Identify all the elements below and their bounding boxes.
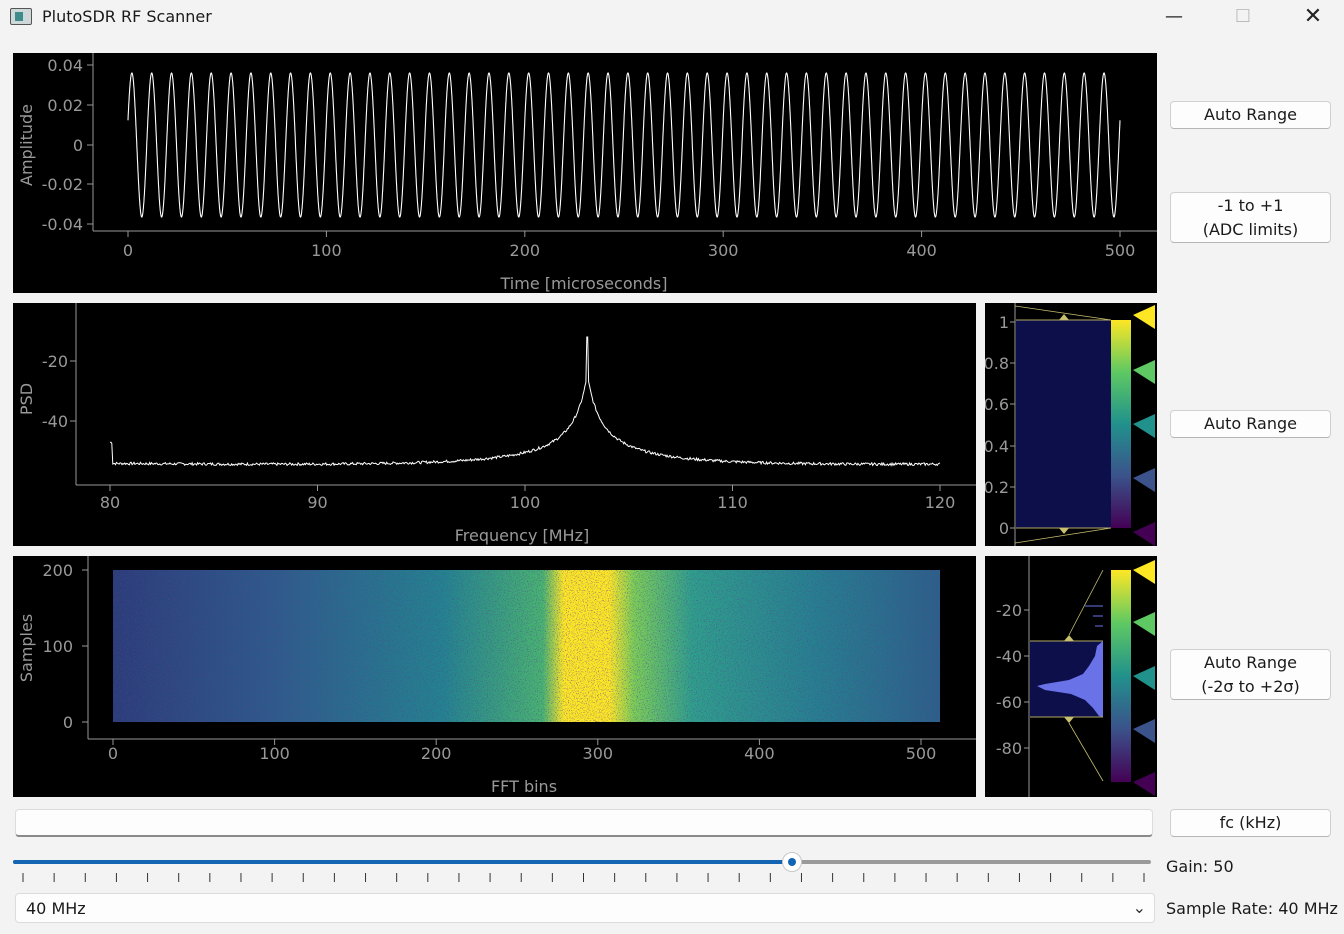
x-tick-label: 200	[421, 744, 452, 763]
upper-level-handle[interactable]	[1064, 635, 1074, 641]
x-tick-label: 500	[906, 744, 937, 763]
fc-button[interactable]: fc (kHz)	[1170, 809, 1331, 837]
slider-tick-marks	[22, 873, 1145, 882]
app-icon	[10, 8, 32, 25]
x-tick-label: 200	[510, 241, 541, 260]
colormap-gradient	[1111, 320, 1131, 528]
window-title: PlutoSDR RF Scanner	[42, 7, 212, 26]
y-tick-label: 200	[42, 561, 73, 580]
frequency-input-field[interactable]	[15, 809, 1153, 837]
colorbar-tick-label: 0.4	[985, 437, 1009, 456]
x-tick-label: 300	[583, 744, 614, 763]
y-tick-label: 0.02	[47, 96, 83, 115]
y-tick-label: 0	[73, 136, 83, 155]
x-axis-label: FFT bins	[491, 777, 557, 796]
y-tick-label: -0.02	[42, 175, 83, 194]
y-axis-label: Amplitude	[17, 104, 36, 186]
y-tick-label: 0.04	[47, 56, 83, 75]
x-tick-label: 100	[510, 493, 541, 512]
auto-range-waterfall-button[interactable]: Auto Range (-2σ to +2σ)	[1170, 649, 1331, 700]
gradient-stop-blue[interactable]	[1133, 468, 1155, 492]
slider-fill	[13, 860, 793, 864]
button-label-line1: -1 to +1	[1217, 195, 1284, 215]
x-axis-label: Time [microseconds]	[500, 274, 668, 293]
x-tick-label: 300	[708, 241, 739, 260]
minimize-button[interactable]: —	[1151, 0, 1197, 34]
colorbar-tick-label: 0.6	[985, 395, 1009, 414]
colorbar-tick-label: -20	[996, 601, 1022, 620]
frequency-colorbar-widget[interactable]: 1 0.8 0.6 0.4 0.2 0	[985, 303, 1157, 546]
level-guide	[1068, 722, 1104, 782]
auto-range-time-button[interactable]: Auto Range	[1170, 101, 1331, 129]
colormap-gradient	[1111, 570, 1131, 782]
x-tick-label: 80	[100, 493, 120, 512]
level-guide	[1068, 569, 1104, 636]
chevron-down-icon: ⌄	[1132, 898, 1146, 917]
x-tick-label: 110	[717, 493, 748, 512]
slider-thumb[interactable]	[782, 852, 803, 872]
y-tick-label: 0	[63, 713, 73, 732]
y-tick-label: -0.04	[42, 215, 83, 234]
maximize-button[interactable]: ☐	[1220, 0, 1266, 34]
gain-slider[interactable]	[13, 852, 1151, 872]
gradient-stop-yellow[interactable]	[1133, 560, 1155, 584]
colorbar-tick-label: 1	[999, 313, 1009, 332]
colorbar-tick-label: 0.2	[985, 478, 1009, 497]
psd-trace	[109, 336, 941, 467]
x-tick-label: 100	[311, 241, 342, 260]
x-tick-label: 100	[259, 744, 290, 763]
time-signal-trace	[127, 72, 1121, 218]
gradient-stop-purple[interactable]	[1133, 522, 1155, 546]
frequency-domain-plot[interactable]: -20 -40 80 90 100 110 120 Frequency [MHz] PSD	[13, 303, 976, 546]
x-tick-label: 120	[925, 493, 956, 512]
x-tick-label: 0	[123, 241, 133, 260]
lower-level-handle[interactable]	[1064, 717, 1074, 723]
gradient-stop-purple[interactable]	[1133, 772, 1155, 796]
x-tick-label: 400	[744, 744, 775, 763]
gradient-stop-teal[interactable]	[1133, 414, 1155, 438]
button-label: Auto Range	[1204, 105, 1297, 124]
x-axis-label: Frequency [MHz]	[455, 526, 589, 545]
x-tick-label: 400	[906, 241, 937, 260]
colorbar-tick-label: -40	[996, 647, 1022, 666]
y-tick-label: -20	[42, 352, 68, 371]
title-bar: PlutoSDR RF Scanner — ☐ ✕	[0, 0, 1344, 34]
y-axis-label: PSD	[17, 383, 36, 415]
colorbar-tick-label: -60	[996, 693, 1022, 712]
y-axis-label: Samples	[17, 614, 36, 682]
dropdown-selected-value: 40 MHz	[26, 899, 86, 918]
y-tick-label: 100	[42, 637, 73, 656]
lower-level-handle[interactable]	[1059, 528, 1069, 534]
waterfall-noise	[113, 570, 940, 722]
gradient-stop-blue[interactable]	[1133, 719, 1155, 743]
gradient-stop-green[interactable]	[1133, 360, 1155, 384]
colorbar-tick-label: -80	[996, 739, 1022, 758]
waterfall-plot[interactable]: 200 100 0 0 100 200 300 400 500 FFT bins Sample…	[13, 556, 976, 797]
colorbar-tick-label: 0	[999, 519, 1009, 538]
x-tick-label: 90	[307, 493, 327, 512]
colorbar-tick-label: 0.8	[985, 354, 1009, 373]
time-domain-plot[interactable]: 0.04 0.02 0 -0.02 -0.04 0 100 200 300 400 500 Tim…	[13, 53, 1157, 293]
sample-rate-label: Sample Rate: 40 MHz	[1166, 899, 1338, 918]
close-button[interactable]: ✕	[1290, 0, 1336, 34]
button-label-line2: (-2σ to +2σ)	[1201, 676, 1300, 696]
gain-label: Gain: 50	[1166, 857, 1234, 876]
x-tick-label: 0	[108, 744, 118, 763]
y-tick-label: -40	[42, 412, 68, 431]
gradient-stop-teal[interactable]	[1133, 666, 1155, 690]
button-label-line1: Auto Range	[1204, 652, 1297, 672]
upper-level-handle[interactable]	[1059, 314, 1069, 320]
waterfall-colorbar-widget[interactable]: -20 -40 -60 -80	[985, 556, 1157, 797]
button-label-line2: (ADC limits)	[1202, 219, 1299, 239]
button-label: fc (kHz)	[1219, 813, 1282, 832]
adc-limits-button[interactable]: -1 to +1 (ADC limits)	[1170, 192, 1331, 243]
gradient-stop-green[interactable]	[1133, 612, 1155, 636]
auto-range-freq-button[interactable]: Auto Range	[1170, 410, 1331, 438]
sample-rate-dropdown[interactable]: 40 MHz ⌄	[15, 893, 1155, 923]
gradient-stop-yellow[interactable]	[1133, 305, 1155, 329]
button-label: Auto Range	[1204, 414, 1297, 433]
x-tick-label: 500	[1105, 241, 1136, 260]
histogram-region	[1016, 320, 1111, 528]
